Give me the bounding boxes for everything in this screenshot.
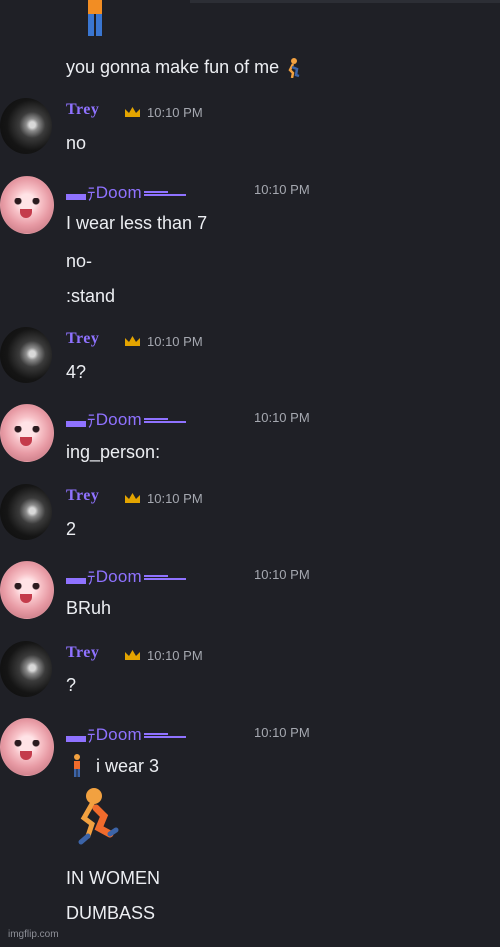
username[interactable]: Trey: [66, 644, 99, 662]
timestamp: 10:10 PM: [147, 491, 203, 506]
timestamp: 10:10 PM: [254, 182, 310, 197]
username[interactable]: ﾃ Doom: [66, 180, 186, 205]
avatar[interactable]: [0, 561, 54, 619]
standing-person-icon: [69, 753, 85, 777]
message-text: i wear 3: [96, 756, 160, 776]
username[interactable]: Trey: [66, 487, 99, 505]
message-text: IN WOMEN: [66, 868, 160, 888]
message-text: I wear less than 7: [66, 213, 208, 233]
message-text: BRuh: [66, 598, 112, 618]
avatar[interactable]: [0, 484, 52, 540]
message-text: DUMBASS: [66, 903, 156, 923]
timestamp: 10:10 PM: [147, 334, 203, 349]
message-text: ing_person:: [66, 442, 161, 462]
doom-tail-glyph: [143, 729, 186, 740]
avatar[interactable]: [0, 641, 52, 697]
timestamp: 10:10 PM: [254, 567, 310, 582]
message-text: no: [66, 133, 87, 153]
username[interactable]: Trey: [66, 101, 99, 119]
message-text: 4?: [66, 362, 87, 382]
timestamp: 10:10 PM: [254, 725, 310, 740]
doom-tail-glyph: [143, 571, 186, 582]
gun-glyph: [66, 577, 86, 584]
crown-icon: [124, 492, 141, 504]
message-text: 2: [66, 519, 77, 539]
running-person-icon: [284, 58, 302, 79]
username[interactable]: ﾃ Doom: [66, 722, 186, 747]
avatar[interactable]: [0, 98, 52, 154]
username[interactable]: Trey: [66, 330, 99, 348]
timestamp: 10:10 PM: [254, 410, 310, 425]
message-text: ?: [66, 675, 77, 695]
doom-tail-glyph: [143, 414, 186, 425]
message-text: you gonna make fun of me: [66, 57, 302, 79]
avatar[interactable]: [0, 404, 54, 462]
username[interactable]: ﾃ Doom: [66, 564, 186, 589]
watermark: imgflip.com: [8, 929, 59, 940]
username[interactable]: ﾃ Doom: [66, 407, 186, 432]
chat-log: you gonna make fun of me Trey 10:10 PM n…: [0, 0, 500, 947]
message-text: no-: [66, 251, 93, 271]
timestamp: 10:10 PM: [147, 105, 203, 120]
gun-glyph: [66, 193, 86, 200]
doom-tail-glyph: [143, 187, 186, 198]
crown-icon: [124, 335, 141, 347]
avatar[interactable]: [0, 718, 54, 776]
gun-glyph: [66, 420, 86, 427]
message-text: :stand: [66, 286, 116, 306]
crown-icon: [124, 649, 141, 661]
avatar[interactable]: [0, 176, 54, 234]
standing-person-icon: [84, 0, 106, 38]
timestamp: 10:10 PM: [147, 648, 203, 663]
avatar[interactable]: [0, 327, 52, 383]
gun-glyph: [66, 735, 86, 742]
running-person-icon: [66, 786, 122, 850]
crown-icon: [124, 106, 141, 118]
